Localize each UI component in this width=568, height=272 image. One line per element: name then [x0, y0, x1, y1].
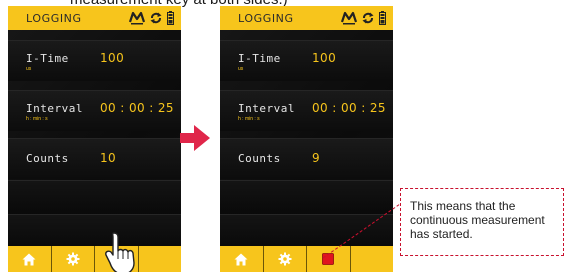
row-unit: h : min : s [238, 116, 260, 122]
row-interval[interactable]: Interval h : min : s 00 : 00 : 25 [220, 90, 393, 131]
battery-icon [167, 11, 174, 25]
row-counts[interactable]: Counts 10 [8, 138, 181, 179]
status-icons [129, 11, 181, 25]
empty-row [220, 214, 393, 249]
status-icons [341, 11, 393, 25]
device-screen-before: LOGGING I-Time us 100 Interval h: min:… [8, 6, 181, 272]
settings-gear-icon [66, 252, 80, 266]
row-value: 100 [100, 51, 125, 65]
row-value: 00 : 00 : 25 [312, 101, 386, 115]
row-unit: us [26, 66, 32, 72]
battery-icon [379, 11, 386, 25]
settings-list: I-Time us 100 Interval h : min : s 00 : … [220, 30, 393, 249]
row-unit: h : min : s [26, 116, 48, 122]
row-value: 00 : 00 : 25 [100, 101, 174, 115]
pointing-hand-icon [105, 232, 135, 272]
device-screen-after: LOGGING I-Time us 100 Interval h: min:… [220, 6, 393, 272]
settings-gear-icon [278, 252, 292, 266]
row-label: Interval [26, 102, 83, 115]
row-label: Counts [26, 152, 69, 165]
row-label: I-Time [238, 52, 281, 65]
screen-title: LOGGING [238, 11, 294, 25]
home-icon [234, 253, 248, 265]
status-bar: LOGGING [220, 6, 393, 30]
row-value: 100 [312, 51, 337, 65]
transition-arrow-icon [180, 125, 210, 151]
row-counts[interactable]: Counts 9 [220, 138, 393, 179]
settings-button[interactable] [264, 246, 307, 272]
stop-square-icon [322, 253, 335, 265]
settings-list: I-Time us 100 Interval h : min : s 00 : … [8, 30, 181, 249]
empty-toolbar-slot [351, 246, 394, 272]
screen-title: LOGGING [26, 11, 82, 25]
status-bar: LOGGING [8, 6, 181, 30]
mode-icon [129, 11, 145, 25]
callout-text: This means that the continuous measureme… [410, 199, 545, 241]
empty-row [8, 214, 181, 249]
bottom-toolbar [8, 246, 181, 272]
row-label: Counts [238, 152, 281, 165]
settings-button[interactable] [52, 246, 95, 272]
row-unit: us [238, 66, 244, 72]
row-i-time[interactable]: I-Time us 100 [220, 40, 393, 81]
row-i-time[interactable]: I-Time us 100 [8, 40, 181, 81]
bottom-toolbar [220, 246, 393, 272]
empty-row [220, 180, 393, 215]
row-label: I-Time [26, 52, 69, 65]
repeat-icon [362, 12, 374, 24]
home-button[interactable] [8, 246, 52, 272]
row-label: Interval [238, 102, 295, 115]
row-interval[interactable]: Interval h : min : s 00 : 00 : 25 [8, 90, 181, 131]
mode-icon [341, 11, 357, 25]
home-button[interactable] [220, 246, 264, 272]
home-icon [22, 253, 36, 265]
repeat-icon [150, 12, 162, 24]
row-value: 9 [312, 151, 321, 165]
row-value: 10 [100, 151, 117, 165]
callout-box: This means that the continuous measureme… [400, 188, 564, 256]
empty-row [8, 180, 181, 215]
stop-button[interactable] [307, 246, 351, 272]
